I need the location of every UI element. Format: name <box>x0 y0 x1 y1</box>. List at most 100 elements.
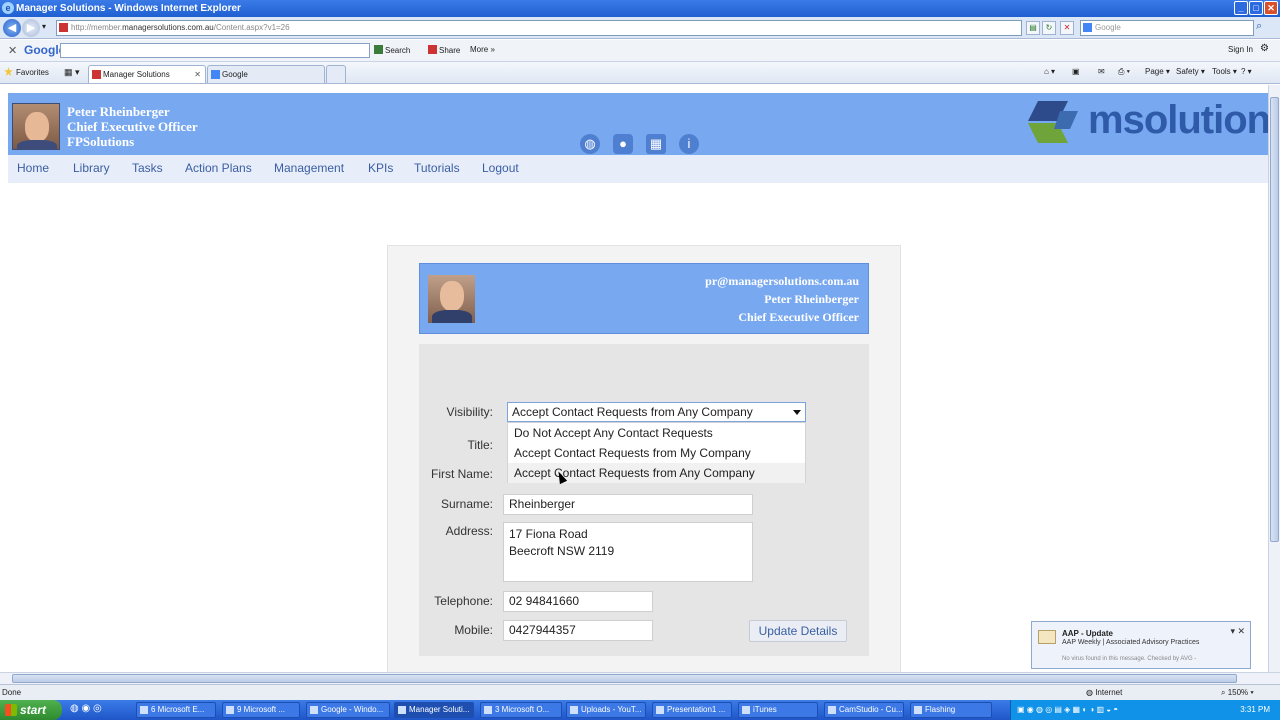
profile-role: Chief Executive Officer <box>738 310 859 324</box>
taskbar-item[interactable]: Flashing <box>910 702 992 718</box>
user-icon[interactable]: ● <box>613 134 633 154</box>
taskbar-item-active[interactable]: Manager Soluti... <box>394 702 474 718</box>
update-details-button[interactable]: Update Details <box>749 620 847 642</box>
globe-icon[interactable]: ◍ <box>580 134 600 154</box>
history-dropdown-icon[interactable]: ▾ <box>42 22 46 31</box>
more-button[interactable]: More » <box>470 45 495 54</box>
calendar-icon[interactable]: ▦ <box>646 134 666 154</box>
taskbar-item[interactable]: 6 Microsoft E... <box>136 702 216 718</box>
address-label: Address: <box>445 524 493 538</box>
visibility-selected-value: Accept Contact Requests from Any Company <box>512 405 753 419</box>
profile-email[interactable]: pr@managersolutions.com.au <box>705 274 859 289</box>
address-field[interactable]: 17 Fiona Road Beecroft NSW 2119 <box>503 522 753 582</box>
nav-management[interactable]: Management <box>274 161 344 175</box>
wrench-icon[interactable]: ⚙ <box>1260 43 1269 54</box>
safety-menu[interactable]: Safety ▾ <box>1176 67 1205 76</box>
mail-icon[interactable]: ✉ <box>1098 67 1105 76</box>
visibility-label: Visibility: <box>446 405 493 419</box>
tray-icons[interactable]: ▣ ◉ ◍ ◎ ▤ ◈ ▦ ◐ ◑ ▥ ◒ ◓ <box>1017 700 1118 720</box>
maximize-button[interactable]: □ <box>1249 1 1263 15</box>
nav-action-plans[interactable]: Action Plans <box>185 161 252 175</box>
start-button[interactable]: start <box>0 700 62 720</box>
mobile-field[interactable]: 0427944357 <box>503 620 653 641</box>
favorites-button[interactable]: Favorites <box>4 67 49 77</box>
taskbar-item[interactable]: 3 Microsoft O... <box>480 702 562 718</box>
taskbar-item[interactable]: Uploads - YouT... <box>566 702 646 718</box>
address-bar: ◀ ▶ ▾ http://member.managersolutions.com… <box>0 17 1280 39</box>
url-input[interactable]: http://member.managersolutions.com.au/Co… <box>56 20 1022 36</box>
visibility-option-none[interactable]: Do Not Accept Any Contact Requests <box>508 423 805 443</box>
close-icon[interactable]: ▾ ✕ <box>1230 626 1245 637</box>
taskbar-item[interactable]: Presentation1 ... <box>652 702 732 718</box>
google-favicon-icon <box>211 70 220 79</box>
ie-search-placeholder: Google <box>1095 23 1121 32</box>
quick-tabs-icon[interactable]: ▦ ▾ <box>64 67 80 78</box>
search-icon <box>374 45 383 54</box>
taskbar-item[interactable]: 9 Microsoft ... <box>222 702 300 718</box>
site-header: Peter Rheinberger Chief Executive Office… <box>8 93 1268 155</box>
windows-logo-icon <box>5 704 17 716</box>
profile-panel: pr@managersolutions.com.au Peter Rheinbe… <box>387 245 901 672</box>
nav-tasks[interactable]: Tasks <box>132 161 163 175</box>
web-page: Peter Rheinberger Chief Executive Office… <box>0 85 1268 672</box>
refresh-icon[interactable]: ↻ <box>1042 21 1056 35</box>
nav-logout[interactable]: Logout <box>482 161 519 175</box>
help-icon[interactable]: ? ▾ <box>1241 67 1252 76</box>
nav-tutorials[interactable]: Tutorials <box>414 161 460 175</box>
info-icon[interactable]: i <box>679 134 699 154</box>
vertical-scrollbar[interactable] <box>1268 85 1280 672</box>
tools-menu[interactable]: Tools ▾ <box>1212 67 1237 76</box>
google-search-input[interactable] <box>60 43 370 58</box>
clock[interactable]: 3:31 PM <box>1240 700 1270 720</box>
taskbar-item[interactable]: CamStudio - Cu... <box>824 702 904 718</box>
visibility-option-any-company[interactable]: Accept Contact Requests from Any Company <box>508 463 805 483</box>
tab-label: Google <box>222 70 248 79</box>
quick-launch-icons[interactable]: ◍ ◉ ◎ <box>70 703 102 714</box>
page-menu[interactable]: Page ▾ <box>1145 67 1170 76</box>
nav-home[interactable]: Home <box>17 161 49 175</box>
nav-kpis[interactable]: KPIs <box>368 161 393 175</box>
google-search-button[interactable]: Search <box>374 45 410 55</box>
sign-in-button[interactable]: Sign In <box>1228 45 1253 54</box>
telephone-field[interactable]: 02 94841660 <box>503 591 653 612</box>
close-window-button[interactable]: ✕ <box>1264 1 1278 15</box>
url-domain: managersolutions.com.au <box>122 23 214 32</box>
ie-search-input[interactable]: Google <box>1080 20 1254 36</box>
zoom-level[interactable]: ⌕ 150% ▾ <box>1221 685 1254 700</box>
window-title-bar: e Manager Solutions - Windows Internet E… <box>0 0 1280 17</box>
taskbar-item[interactable]: Google - Windo... <box>306 702 390 718</box>
ie-logo-icon: e <box>2 2 14 14</box>
search-icon[interactable]: ⌕ <box>1256 20 1262 33</box>
telephone-label: Telephone: <box>434 594 493 608</box>
tab-google[interactable]: Google <box>207 65 325 83</box>
notification-footer: No virus found in this message. Checked … <box>1062 656 1197 662</box>
url-path: /Content.aspx?v1=26 <box>213 23 290 32</box>
stop-icon[interactable]: ✕ <box>1060 21 1074 35</box>
compat-view-icon[interactable]: ▤ <box>1026 21 1040 35</box>
minimize-button[interactable]: _ <box>1234 1 1248 15</box>
close-toolbar-icon[interactable]: ✕ <box>8 44 17 57</box>
back-button[interactable]: ◀ <box>3 19 21 37</box>
tab-manager-solutions[interactable]: Manager Solutions ✕ <box>88 65 206 83</box>
horizontal-scrollbar[interactable] <box>0 672 1280 684</box>
taskbar-item[interactable]: iTunes <box>738 702 818 718</box>
profile-name: Peter Rheinberger <box>764 292 859 306</box>
new-tab-button[interactable] <box>326 65 346 83</box>
print-icon[interactable]: ⎙ ▾ <box>1118 67 1130 77</box>
taskbar: start ◍ ◉ ◎ 6 Microsoft E... 9 Microsoft… <box>0 700 1280 720</box>
avg-notification-popup[interactable]: AAP - Update AAP Weekly | Associated Adv… <box>1031 621 1251 669</box>
nav-library[interactable]: Library <box>73 161 110 175</box>
notification-subtitle: AAP Weekly | Associated Advisory Practic… <box>1062 639 1200 646</box>
star-icon <box>4 67 13 76</box>
home-icon[interactable]: ⌂ ▾ <box>1044 67 1055 76</box>
visibility-option-my-company[interactable]: Accept Contact Requests from My Company <box>508 443 805 463</box>
close-tab-icon[interactable]: ✕ <box>194 66 201 83</box>
status-text: Done <box>2 688 22 697</box>
brand-logo[interactable]: msolutions <box>1028 95 1268 151</box>
visibility-select[interactable]: Accept Contact Requests from Any Company <box>507 402 806 422</box>
security-zone: ◍ Internet <box>1086 688 1123 697</box>
surname-field[interactable]: Rheinberger <box>503 494 753 515</box>
forward-button[interactable]: ▶ <box>22 19 40 37</box>
share-button[interactable]: Share <box>428 45 460 55</box>
feeds-icon[interactable]: ▣ <box>1072 67 1080 76</box>
